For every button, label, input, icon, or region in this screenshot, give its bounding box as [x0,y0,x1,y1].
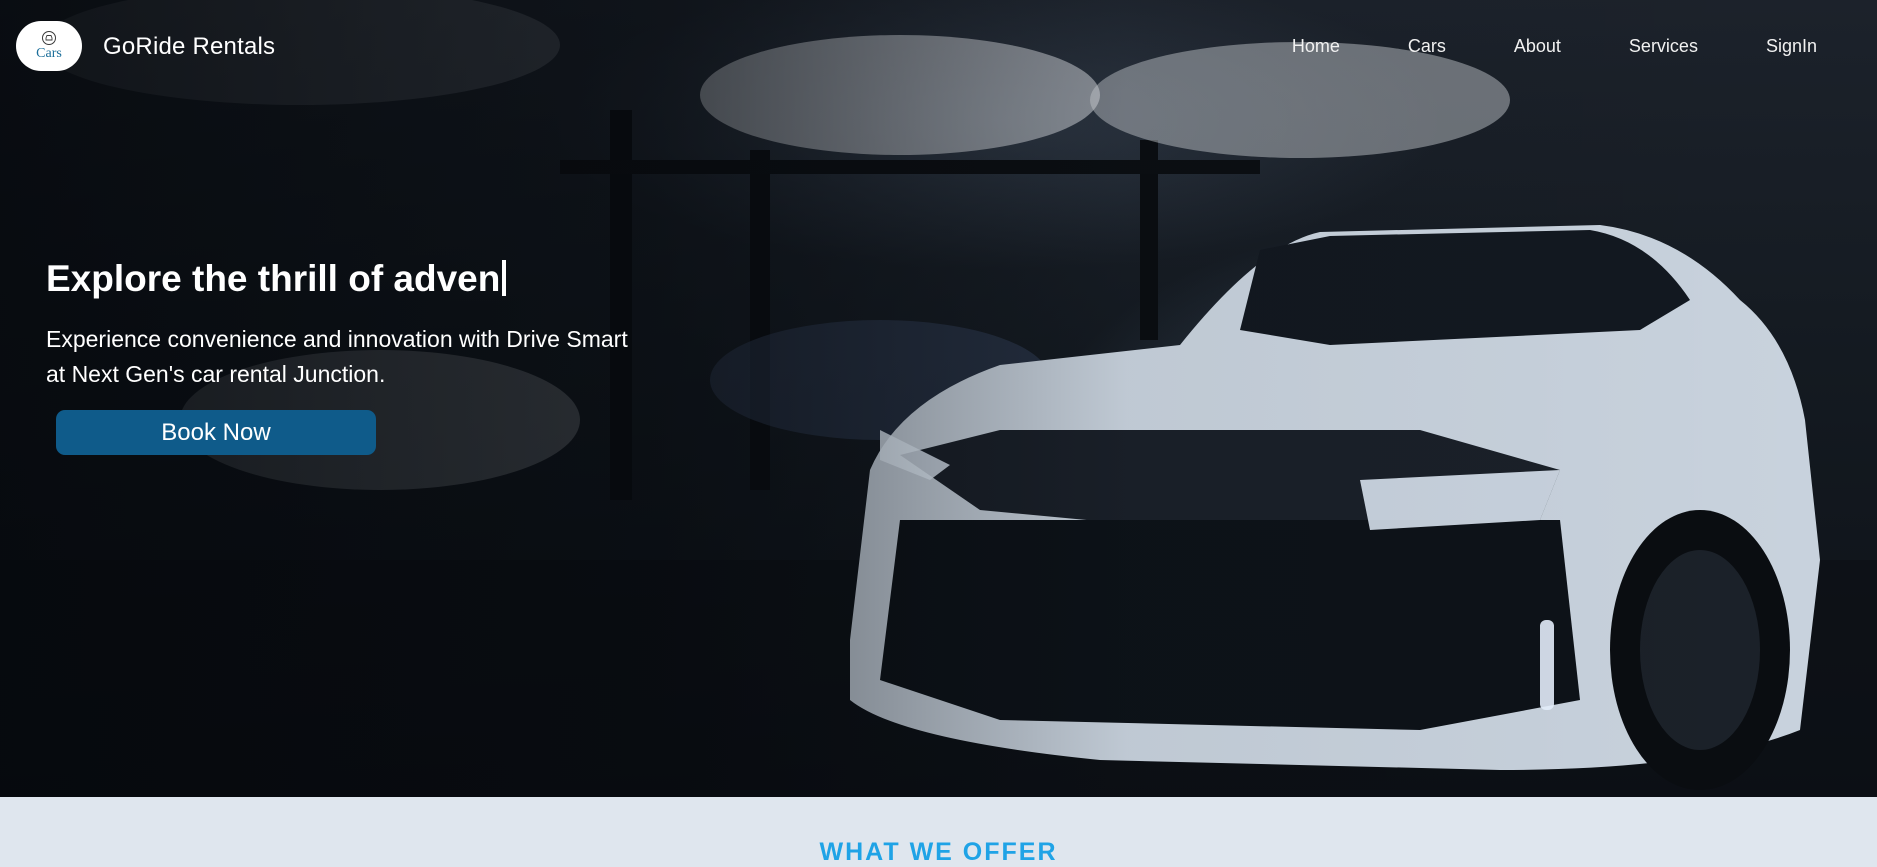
hero-title-text: Explore the thrill of adven [46,258,501,299]
car-icon [42,30,56,45]
nav-item-cars[interactable]: Cars [1408,36,1446,57]
hero-overlay [0,0,1877,797]
book-now-button[interactable]: Book Now [56,410,376,455]
hero-subtitle: Experience convenience and innovation wi… [46,326,628,387]
brand-name[interactable]: GoRide Rentals [103,33,275,61]
nav-links: Home Cars About Services SignIn [1224,36,1817,57]
navbar: Cars GoRide Rentals Home Cars About Serv… [0,0,1877,92]
nav-item-about[interactable]: About [1514,36,1561,57]
hero-section: Cars GoRide Rentals Home Cars About Serv… [0,0,1877,797]
logo[interactable]: Cars [16,21,82,71]
nav-item-signin[interactable]: SignIn [1766,36,1817,57]
nav-item-home[interactable]: Home [1292,36,1340,57]
hero-title: Explore the thrill of adven [46,258,507,300]
logo-text: Cars [36,45,62,61]
nav-item-services[interactable]: Services [1629,36,1698,57]
typing-cursor [502,260,507,296]
what-we-offer-heading: WHAT WE OFFER [819,838,1058,866]
